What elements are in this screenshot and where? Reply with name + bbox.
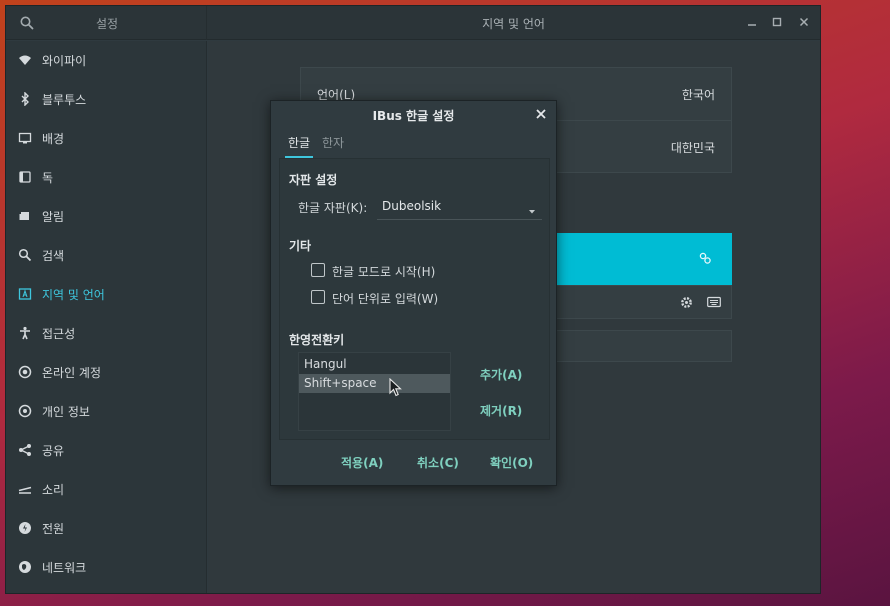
sidebar-item-dock[interactable]: 독 <box>6 159 206 195</box>
cancel-button[interactable]: 취소(C) <box>417 454 459 471</box>
minimize-icon[interactable] <box>742 12 762 32</box>
add-key-button[interactable]: 추가(A) <box>480 366 522 383</box>
toggle-key-section-title: 한영전환키 <box>289 333 345 347</box>
sidebar-item-label: 네트워크 <box>42 560 87 575</box>
sidebar-item-privacy[interactable]: 개인 정보 <box>6 393 206 429</box>
sidebar-item-label: 블루투스 <box>42 92 87 107</box>
wifi-icon <box>17 52 33 68</box>
word-commit-checkbox[interactable] <box>311 290 325 304</box>
search-icon <box>17 247 33 263</box>
background-icon <box>17 130 33 146</box>
sidebar-item-search[interactable]: 검색 <box>6 237 206 273</box>
share-icon <box>17 442 33 458</box>
sidebar-header: 설정 <box>6 6 207 40</box>
sidebar-item-bluetooth[interactable]: 블루투스 <box>6 81 206 117</box>
sidebar-item-label: 접근성 <box>42 326 76 341</box>
formats-value: 대한민국 <box>670 141 715 155</box>
sidebar-item-online-accounts[interactable]: 온라인 계정 <box>6 354 206 390</box>
remove-key-button[interactable]: 제거(R) <box>480 402 522 419</box>
ibus-hangul-settings-dialog: IBus 한글 설정 한글 한자 자판 설정 한글 자판(K): Dubeols… <box>270 100 557 486</box>
maximize-icon[interactable] <box>767 12 787 32</box>
sidebar-item-label: 배경 <box>42 131 65 146</box>
title-bar: 설정 지역 및 언어 <box>6 6 820 40</box>
gear-icon[interactable] <box>680 296 693 312</box>
sidebar-item-sharing[interactable]: 공유 <box>6 432 206 468</box>
sidebar-item-accessibility[interactable]: 접근성 <box>6 315 206 351</box>
list-item[interactable]: Shift+space <box>299 374 450 393</box>
etc-section-title: 기타 <box>289 239 312 253</box>
keyboard-icon[interactable] <box>707 296 721 311</box>
sidebar-item-region-language[interactable]: 지역 및 언어 <box>6 276 206 312</box>
sidebar-item-label: 독 <box>42 170 54 185</box>
hangul-tab-panel: 자판 설정 한글 자판(K): Dubeolsik 기타 한글 모드로 시작(H… <box>279 158 550 440</box>
sidebar-item-wifi[interactable]: 와이파이 <box>6 42 206 78</box>
start-hangul-label[interactable]: 한글 모드로 시작(H) <box>332 263 435 280</box>
close-icon[interactable] <box>534 107 548 121</box>
apply-button[interactable]: 적용(A) <box>341 454 383 471</box>
dock-icon <box>17 169 33 185</box>
sidebar-item-label: 알림 <box>42 209 65 224</box>
input-settings-icon[interactable] <box>698 251 712 268</box>
language-value: 한국어 <box>681 88 715 102</box>
online-accounts-icon <box>17 364 33 380</box>
start-hangul-checkbox[interactable] <box>311 263 325 277</box>
mouse-pointer-icon <box>389 377 403 398</box>
keyboard-layout-label: 한글 자판(K): <box>298 201 368 215</box>
list-item[interactable]: Hangul <box>299 355 450 374</box>
keyboard-layout-dropdown[interactable]: Dubeolsik <box>377 194 542 220</box>
sidebar-item-label: 공유 <box>42 443 65 458</box>
chevron-down-icon <box>528 204 536 214</box>
sidebar-title: 설정 <box>96 17 119 31</box>
sidebar: 와이파이 블루투스 배경 독 알림 검색 지역 및 언어 접근성 온라인 계정 … <box>6 41 207 593</box>
sidebar-item-label: 검색 <box>42 248 65 263</box>
sidebar-item-label: 와이파이 <box>42 53 87 68</box>
notification-icon <box>17 208 33 224</box>
bluetooth-icon <box>17 91 33 107</box>
ok-button[interactable]: 확인(O) <box>490 454 533 471</box>
keyboard-layout-value: Dubeolsik <box>382 199 442 213</box>
privacy-icon <box>17 403 33 419</box>
sidebar-item-label: 온라인 계정 <box>42 365 102 380</box>
dialog-title: IBus 한글 설정 <box>372 109 455 123</box>
power-icon <box>17 520 33 536</box>
window-title: 지역 및 언어 <box>482 17 545 31</box>
word-commit-label[interactable]: 단어 단위로 입력(W) <box>332 290 438 307</box>
sidebar-item-sound[interactable]: 소리 <box>6 471 206 507</box>
accessibility-icon <box>17 325 33 341</box>
tab-hangul[interactable]: 한글 <box>285 134 313 158</box>
sidebar-item-network[interactable]: 네트워크 <box>6 549 206 585</box>
sidebar-item-power[interactable]: 전원 <box>6 510 206 546</box>
network-icon <box>17 559 33 575</box>
toggle-key-list[interactable]: Hangul Shift+space <box>298 352 451 431</box>
search-icon[interactable] <box>19 15 35 31</box>
sidebar-item-label: 개인 정보 <box>42 404 90 419</box>
region-language-icon <box>17 286 33 302</box>
sound-icon <box>17 481 33 497</box>
sidebar-item-label: 전원 <box>42 521 65 536</box>
sidebar-item-label: 지역 및 언어 <box>42 287 105 302</box>
sidebar-item-background[interactable]: 배경 <box>6 120 206 156</box>
sidebar-item-label: 소리 <box>42 482 65 497</box>
sidebar-item-notifications[interactable]: 알림 <box>6 198 206 234</box>
tab-hanja[interactable]: 한자 <box>319 134 347 158</box>
close-icon[interactable] <box>794 12 814 32</box>
keyboard-section-title: 자판 설정 <box>289 173 338 187</box>
